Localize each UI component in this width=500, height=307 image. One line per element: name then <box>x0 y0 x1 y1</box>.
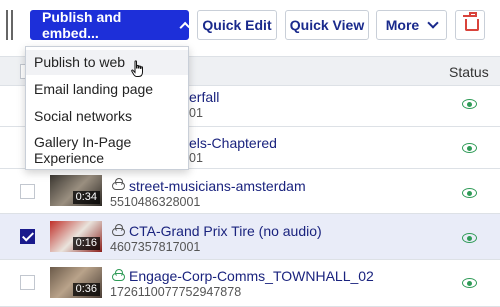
duration-badge: 0:16 <box>72 237 100 250</box>
row-checkbox[interactable] <box>20 275 35 290</box>
eye-icon <box>462 233 477 243</box>
eye-icon <box>462 188 477 198</box>
toolbar: Publish and embed... Quick Edit Quick Vi… <box>0 0 500 50</box>
quick-view-label: Quick View <box>289 17 365 33</box>
status-column-header: Status <box>449 64 489 80</box>
menu-item-label: Gallery In-Page Experience <box>34 134 132 166</box>
chevron-up-icon <box>178 21 190 32</box>
menu-item-email-landing-page[interactable]: Email landing page <box>26 76 188 102</box>
menu-item-label: Email landing page <box>34 81 154 97</box>
row-checkbox[interactable] <box>20 229 35 244</box>
duration-badge: 0:36 <box>72 283 100 296</box>
table-row[interactable]: 0:36 Engage-Corp-Comms_TOWNHALL_02 17261… <box>0 260 500 307</box>
video-id-partial: 01 <box>189 106 203 120</box>
table-row[interactable]: 0:34 street-musicians-amsterdam 55104863… <box>0 169 500 214</box>
eye-icon <box>462 99 477 109</box>
delete-button[interactable] <box>455 10 485 40</box>
cloud-icon <box>112 178 125 190</box>
video-thumbnail[interactable]: 0:36 <box>50 267 102 298</box>
menu-item-social-networks[interactable]: Social networks <box>26 103 188 129</box>
menu-item-gallery-in-page-experience[interactable]: Gallery In-Page Experience <box>26 132 188 168</box>
cloud-icon <box>112 269 125 281</box>
hand-cursor-icon <box>131 60 143 77</box>
menu-item-label: Publish to web <box>34 54 126 70</box>
row-checkbox[interactable] <box>20 184 35 199</box>
video-id: 4607357817001 <box>110 240 201 254</box>
video-title[interactable]: street-musicians-amsterdam <box>129 178 306 194</box>
publish-and-embed-button[interactable]: Publish and embed... <box>30 9 190 41</box>
table-row[interactable]: 0:16 CTA-Grand Prix Tire (no audio) 4607… <box>0 214 500 260</box>
trash-icon <box>463 12 479 31</box>
publish-dropdown-menu: Publish to web Email landing page Social… <box>25 46 189 170</box>
video-title[interactable]: Engage-Corp-Comms_TOWNHALL_02 <box>129 268 374 284</box>
eye-icon <box>462 143 477 153</box>
eye-icon <box>462 278 477 288</box>
video-title-partial[interactable]: els-Chaptered <box>189 135 277 151</box>
more-label: More <box>385 17 420 33</box>
drag-handle[interactable] <box>6 10 13 40</box>
video-id: 5510486328001 <box>110 195 201 209</box>
video-id: 1726110077752947878 <box>110 285 242 299</box>
chevron-down-icon <box>427 17 439 29</box>
quick-view-button[interactable]: Quick View <box>285 10 369 40</box>
video-title-partial[interactable]: erfall <box>189 89 219 105</box>
video-thumbnail[interactable]: 0:16 <box>50 221 102 252</box>
publish-and-embed-label: Publish and embed... <box>42 9 122 41</box>
duration-badge: 0:34 <box>72 191 100 204</box>
quick-edit-button[interactable]: Quick Edit <box>197 10 277 40</box>
cloud-icon <box>112 224 125 236</box>
video-thumbnail[interactable]: 0:34 <box>50 175 102 206</box>
more-button[interactable]: More <box>376 10 447 40</box>
menu-item-publish-to-web[interactable]: Publish to web <box>26 50 188 75</box>
video-id-partial: 01 <box>189 151 203 165</box>
quick-edit-label: Quick Edit <box>202 17 272 33</box>
video-title[interactable]: CTA-Grand Prix Tire (no audio) <box>129 223 322 239</box>
menu-item-label: Social networks <box>34 108 133 124</box>
